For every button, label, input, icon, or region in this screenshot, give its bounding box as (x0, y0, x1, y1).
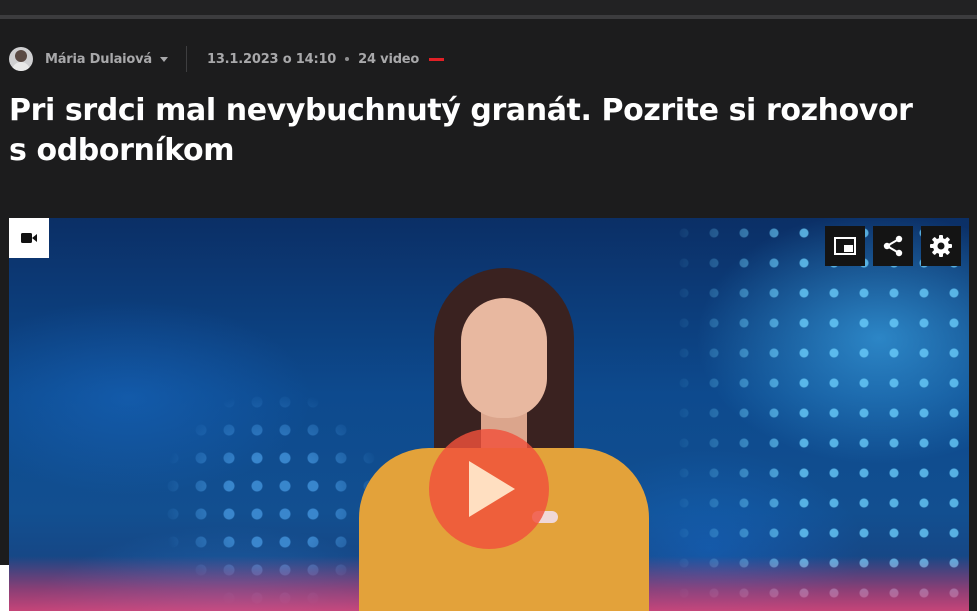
article-title: Pri srdci mal nevybuchnutý granát. Pozri… (9, 93, 913, 168)
picture-in-picture-icon (834, 237, 856, 255)
studio-led-wall (669, 218, 969, 611)
play-button[interactable] (429, 429, 549, 549)
avatar-head-shape (15, 50, 27, 62)
picture-in-picture-button[interactable] (825, 226, 865, 266)
video-count[interactable]: 24 video (358, 52, 419, 67)
gear-icon (930, 235, 952, 257)
video-type-badge (9, 218, 49, 258)
presenter-face (461, 298, 547, 418)
avatar-body-shape (12, 62, 30, 71)
share-button[interactable] (873, 226, 913, 266)
author-name[interactable]: Mária Dulaiová (45, 52, 152, 67)
author-avatar[interactable] (9, 47, 33, 71)
settings-button[interactable] (921, 226, 961, 266)
video-player[interactable] (9, 218, 969, 611)
page: Mária Dulaiová 13.1.2023 o 14:10 24 vide… (0, 0, 977, 611)
dot-separator (345, 57, 350, 61)
top-navigation-bar (0, 0, 977, 15)
chevron-down-icon[interactable] (159, 56, 168, 62)
publish-date: 13.1.2023 o 14:10 (206, 51, 337, 67)
video-camera-icon (21, 233, 37, 243)
top-divider (0, 15, 977, 19)
page-edge-strip (0, 565, 9, 611)
meta-divider (185, 46, 187, 72)
play-icon (469, 461, 515, 517)
article-meta: Mária Dulaiová 13.1.2023 o 14:10 24 vide… (9, 46, 445, 72)
share-icon (883, 235, 903, 257)
red-dash-accent (429, 57, 445, 61)
